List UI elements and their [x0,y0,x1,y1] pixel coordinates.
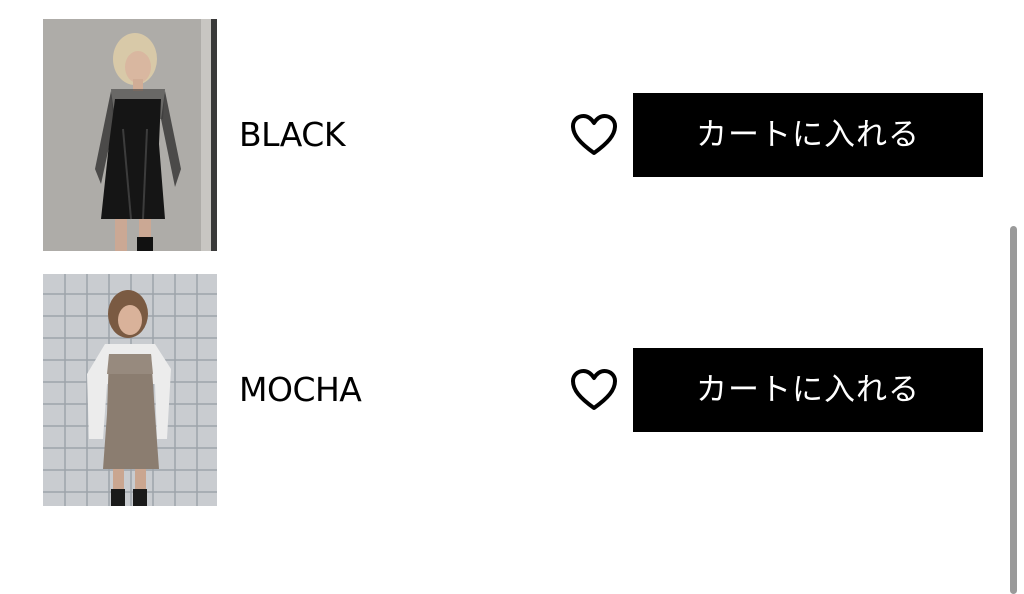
variant-row-black: BLACK カートに入れる [0,19,1000,251]
heart-outline-icon [571,114,617,155]
heart-outline-icon [571,369,617,410]
scrollbar-thumb[interactable] [1010,226,1017,594]
variant-color-label: BLACK [239,115,345,154]
variant-row-mocha: MOCHA カートに入れる [0,274,1000,506]
add-to-cart-button[interactable]: カートに入れる [633,93,983,177]
mocha-dress-photo [43,274,217,506]
favorite-button[interactable] [570,368,618,412]
product-variant-list: BLACK カートに入れる MOCHA カートに入れる [0,0,1024,594]
favorite-button[interactable] [570,113,618,157]
product-thumbnail-mocha[interactable] [43,274,217,506]
product-thumbnail-black[interactable] [43,19,217,251]
add-to-cart-button[interactable]: カートに入れる [633,348,983,432]
black-dress-photo [43,19,217,251]
variant-color-label: MOCHA [239,370,362,409]
